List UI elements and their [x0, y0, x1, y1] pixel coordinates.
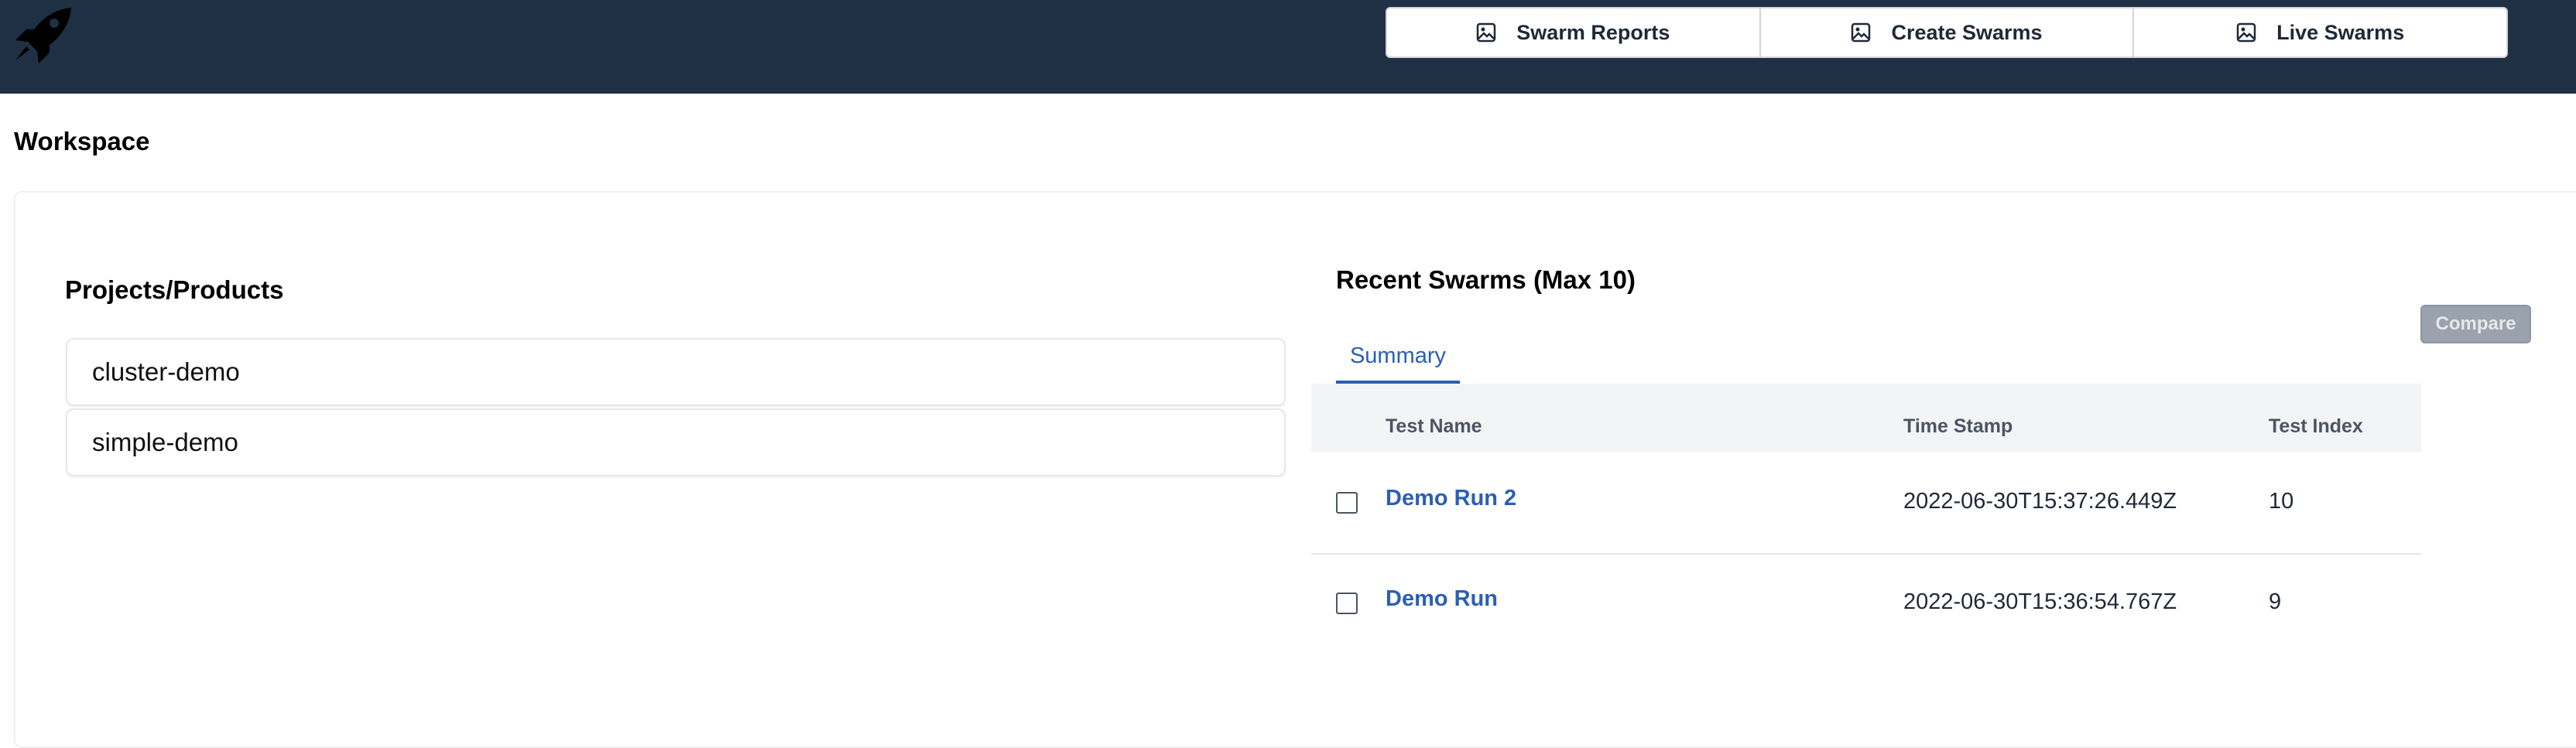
timestamp-cell: 2022-06-30T15:36:54.767Z	[1903, 589, 2177, 614]
column-header-test-name: Test Name	[1386, 415, 1482, 437]
rocket-icon[interactable]	[11, 6, 73, 65]
test-name-link[interactable]: Demo Run 2	[1386, 486, 1516, 511]
image-icon	[1477, 22, 1496, 43]
nav-button-group: Swarm Reports Create Swarms Live Swarms	[1386, 7, 2508, 58]
test-index-cell: 10	[2269, 489, 2294, 514]
projects-title: Projects/Products	[65, 275, 284, 304]
image-icon	[1852, 22, 1871, 43]
test-index-cell: 9	[2269, 589, 2282, 614]
row-divider	[1311, 553, 2421, 555]
create-swarms-label: Create Swarms	[1891, 20, 2043, 44]
compare-button[interactable]: Compare	[2420, 305, 2531, 343]
live-swarms-label: Live Swarms	[2276, 20, 2405, 44]
swarm-reports-label: Swarm Reports	[1516, 20, 1670, 44]
recent-swarms-title: Recent Swarms (Max 10)	[1336, 265, 1636, 294]
test-name-link[interactable]: Demo Run	[1386, 586, 1498, 612]
row-checkbox[interactable]	[1336, 593, 1358, 614]
live-swarms-button[interactable]: Live Swarms	[2134, 9, 2506, 56]
create-swarms-button[interactable]: Create Swarms	[1761, 9, 2135, 56]
top-navbar: Swarm Reports Create Swarms Live Swarms	[0, 0, 2576, 94]
column-header-test-index: Test Index	[2269, 415, 2363, 437]
column-header-time-stamp: Time Stamp	[1903, 415, 2013, 437]
timestamp-cell: 2022-06-30T15:37:26.449Z	[1903, 489, 2177, 514]
project-item[interactable]: cluster-demo	[66, 338, 1286, 406]
row-checkbox[interactable]	[1336, 492, 1358, 514]
image-icon	[2236, 22, 2256, 43]
project-item[interactable]: simple-demo	[66, 408, 1286, 476]
swarm-reports-button[interactable]: Swarm Reports	[1387, 9, 1761, 56]
tab-summary[interactable]: Summary	[1336, 331, 1460, 384]
page-title: Workspace	[14, 127, 150, 155]
